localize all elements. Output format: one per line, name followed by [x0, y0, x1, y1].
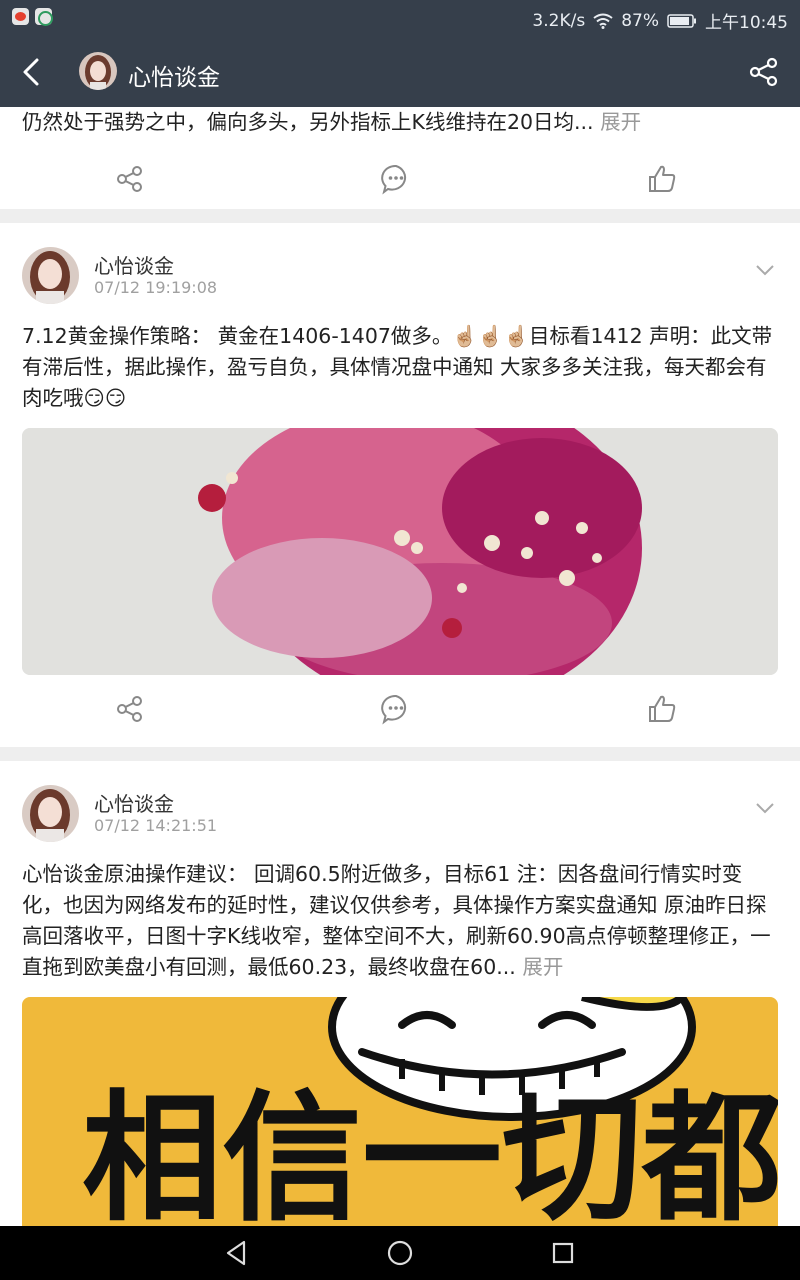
author-name[interactable]: 心怡谈金 — [94, 250, 174, 279]
weibo-notification-icon — [12, 8, 29, 25]
wifi-icon — [593, 13, 613, 29]
thumbs-up-icon — [649, 695, 676, 722]
feed[interactable]: 仍然处于强势之中，偏向多头，另外指标上K线维持在20日均... 展开 心怡谈金 … — [0, 107, 800, 1226]
comment-icon — [381, 164, 407, 195]
post-card: 心怡谈金 07/12 19:19:08 7.12黄金操作策略： 黄金在1406-… — [0, 223, 800, 747]
expand-link[interactable]: 展开 — [522, 955, 563, 979]
post-actions — [0, 151, 800, 209]
square-recents-icon — [552, 1242, 574, 1264]
post-card: 心怡谈金 07/12 14:21:51 心怡谈金原油操作建议： 回调60.5附近… — [0, 761, 800, 1226]
post-actions — [0, 675, 800, 747]
battery-percent: 87% — [621, 10, 659, 31]
share-icon — [117, 696, 142, 722]
author-avatar[interactable] — [22, 785, 79, 842]
post-partial: 仍然处于强势之中，偏向多头，另外指标上K线维持在20日均... 展开 — [0, 107, 800, 209]
clock: 上午10:45 — [705, 13, 788, 33]
title-bar: 心怡谈金 — [0, 36, 800, 107]
poster-text: 相信一切都会 — [82, 1078, 778, 1226]
circle-home-icon — [387, 1240, 413, 1266]
post-comment-button[interactable] — [380, 163, 412, 195]
share-button[interactable] — [748, 56, 780, 88]
post-image[interactable] — [22, 428, 778, 675]
nav-back-button[interactable] — [222, 1238, 252, 1268]
divider — [0, 747, 800, 761]
net-speed: 3.2K/s — [532, 10, 586, 31]
thumbs-up-icon — [649, 165, 676, 192]
author-avatar[interactable] — [22, 247, 79, 304]
status-bar: 3.2K/s 87% 上午10:45 — [0, 0, 800, 36]
back-button[interactable] — [14, 54, 50, 90]
comment-icon — [381, 694, 407, 725]
system-nav-bar — [0, 1226, 800, 1280]
post-time: 07/12 19:19:08 — [94, 278, 218, 297]
post-text: 仍然处于强势之中，偏向多头，另外指标上K线维持在20日均... — [22, 110, 594, 134]
post-text: 心怡谈金原油操作建议： 回调60.5附近做多，目标61 注：因各盘间行情实时变化… — [22, 862, 771, 979]
chevron-down-icon — [756, 265, 774, 276]
chevron-down-icon — [756, 803, 774, 814]
post-like-button[interactable] — [646, 163, 678, 195]
divider — [0, 209, 800, 223]
post-share-button[interactable] — [114, 693, 146, 725]
triangle-back-icon — [226, 1240, 246, 1266]
post-comment-button[interactable] — [380, 693, 412, 725]
nav-recents-button[interactable] — [548, 1238, 578, 1268]
post-menu-button[interactable] — [754, 259, 776, 281]
post-like-button[interactable] — [646, 693, 678, 725]
poster-image: 相信一切都会 — [22, 997, 778, 1226]
back-arrow-icon — [23, 58, 39, 86]
post-text-block: 心怡谈金原油操作建议： 回调60.5附近做多，目标61 注：因各盘间行情实时变化… — [0, 851, 800, 983]
post-time: 07/12 14:21:51 — [94, 816, 218, 835]
share-icon — [117, 166, 142, 192]
post-menu-button[interactable] — [754, 797, 776, 819]
ice-cream-image — [22, 428, 778, 675]
share-icon — [749, 57, 778, 87]
avatar[interactable] — [79, 52, 117, 90]
post-image[interactable]: 相信一切都会 — [22, 997, 778, 1226]
post-share-button[interactable] — [114, 163, 146, 195]
author-name[interactable]: 心怡谈金 — [94, 788, 174, 817]
battery-icon — [667, 13, 697, 29]
expand-link[interactable]: 展开 — [600, 110, 641, 134]
page-title: 心怡谈金 — [128, 65, 220, 91]
nav-home-button[interactable] — [385, 1238, 415, 1268]
post-text: 7.12黄金操作策略： 黄金在1406-1407做多。☝🏼☝🏼☝🏼目标看1412… — [22, 324, 773, 410]
app-notification-icon — [35, 8, 53, 26]
